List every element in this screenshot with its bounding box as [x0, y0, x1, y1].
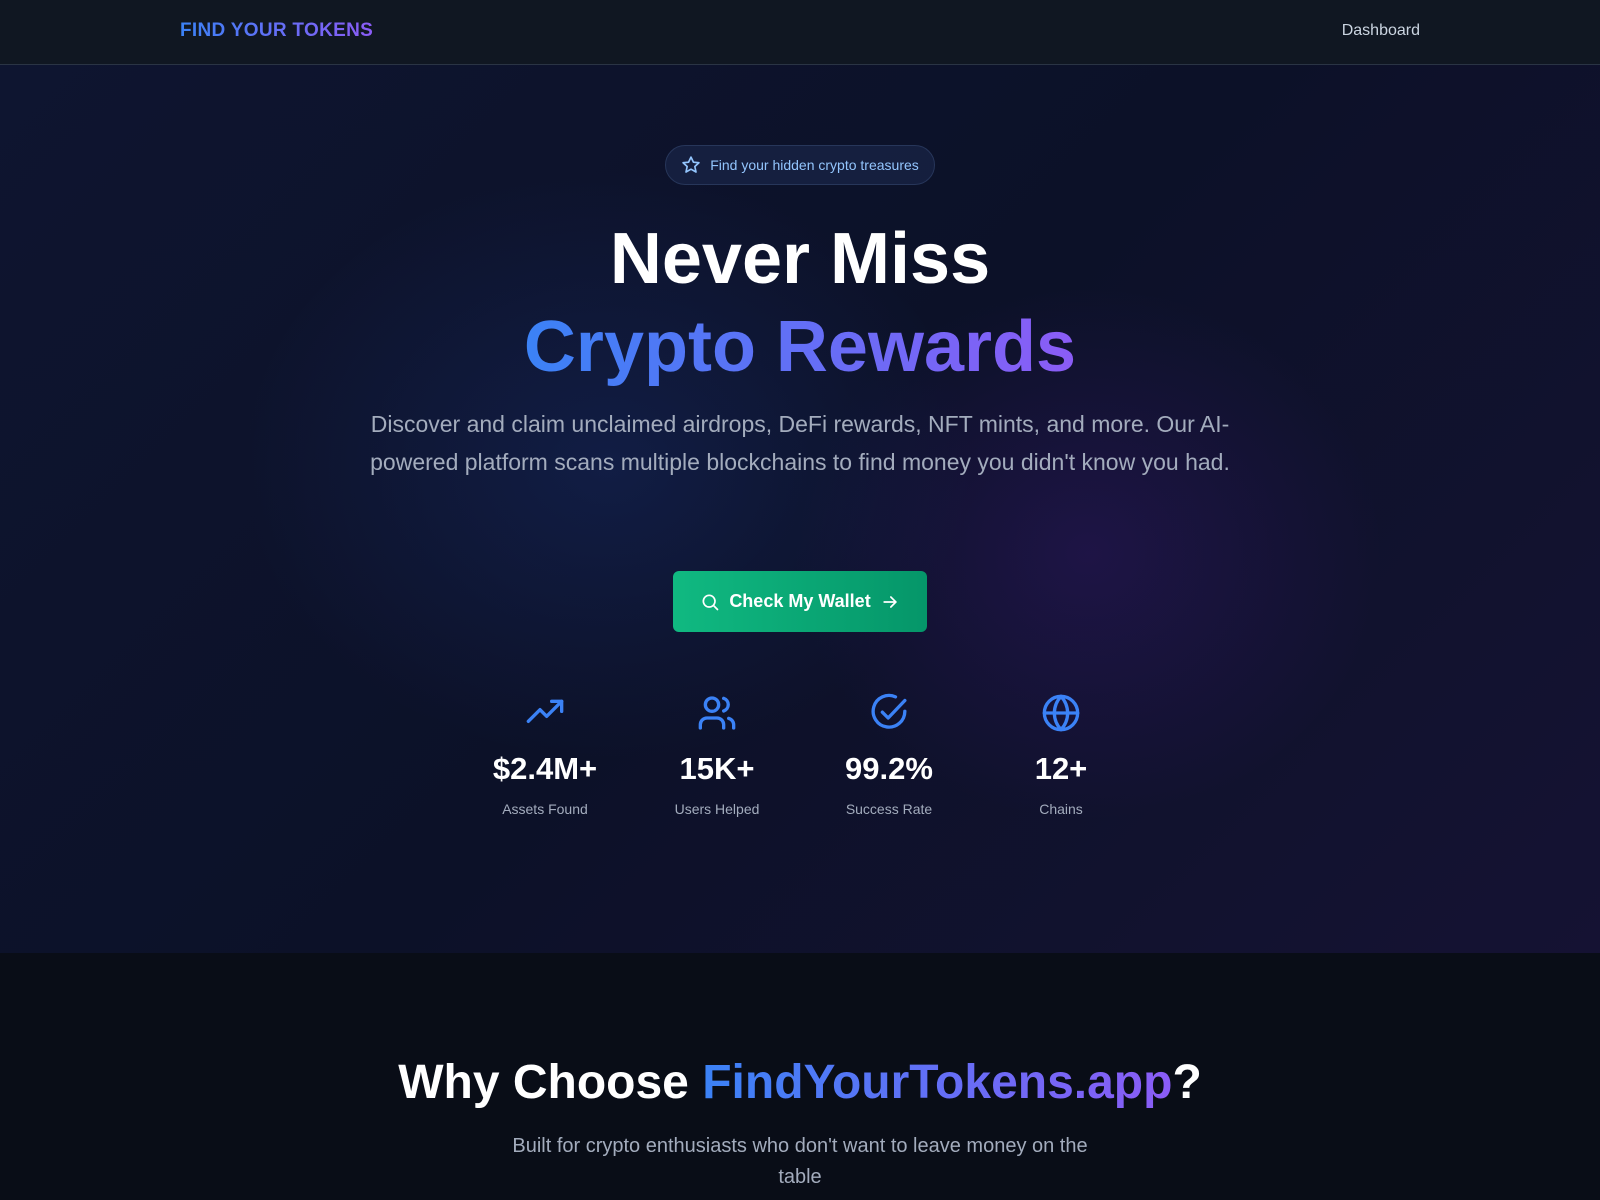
brand-logo[interactable]: FIND YOUR TOKENS	[180, 20, 373, 42]
check-wallet-label: Check My Wallet	[729, 591, 871, 611]
stat-label: Users Helped	[674, 801, 760, 817]
why-title-highlight: FindYourTokens.app	[702, 1056, 1173, 1109]
search-icon	[702, 594, 719, 610]
stat-chains: 12+ Chains	[986, 693, 1136, 817]
stat-value: 15K+	[679, 751, 755, 786]
stat-label: Success Rate	[845, 801, 933, 817]
arrow-right-icon	[883, 595, 897, 608]
stat-label: Assets Found	[502, 801, 588, 817]
users-icon	[698, 696, 736, 730]
hero-headline-highlight-text: Crypto Rewards	[523, 307, 1077, 387]
stat-value: 99.2%	[845, 751, 933, 786]
stat-value: 12+	[1034, 751, 1088, 786]
why-title-suffix: ?	[1172, 1056, 1202, 1109]
hero-badge-text: Find your hidden crypto treasures	[710, 157, 919, 173]
top-navigation: FIND YOUR TOKENS Dashboard	[0, 0, 1600, 65]
globe-icon	[1042, 694, 1080, 732]
star-icon	[682, 156, 700, 173]
stats-row: $2.4M+ Assets Found 15K+ Users Helped 99…	[470, 693, 1130, 843]
why-choose-section: Why Choose FindYourTokens.app? Built for…	[0, 953, 1600, 1200]
why-choose-title: Why Choose FindYourTokens.app?	[0, 1053, 1600, 1113]
hero-badge: Find your hidden crypto treasures	[665, 145, 935, 185]
hero-headline-highlight: Crypto Rewards	[0, 303, 1600, 391]
hero-headline: Never Miss	[609, 219, 991, 299]
why-title-prefix: Why Choose	[398, 1056, 703, 1109]
check-circle-icon	[871, 693, 907, 729]
hero-description: Discover and claim unclaimed airdrops, D…	[370, 411, 1230, 475]
nav-link-dashboard[interactable]: Dashboard	[1342, 22, 1420, 40]
why-choose-subtitle: Built for crypto enthusiasts who don't w…	[512, 1135, 1088, 1188]
stat-value: $2.4M+	[492, 751, 598, 786]
check-wallet-button[interactable]: Check My Wallet	[673, 571, 927, 632]
stat-success-rate: 99.2% Success Rate	[814, 693, 964, 817]
stat-label: Chains	[1039, 801, 1083, 817]
stat-users-helped: 15K+ Users Helped	[642, 693, 792, 817]
stat-assets-found: $2.4M+ Assets Found	[470, 693, 620, 817]
trending-up-icon	[526, 699, 564, 723]
hero-section: Find your hidden crypto treasures Never …	[0, 65, 1600, 953]
